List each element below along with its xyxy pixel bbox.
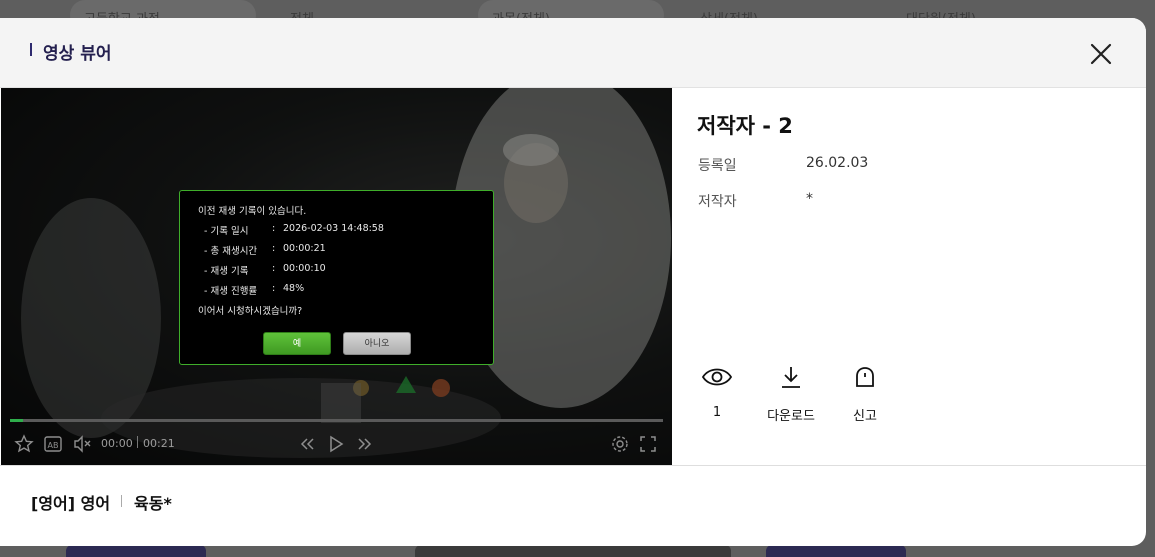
subject-category: 육동* (134, 494, 172, 513)
resume-row-value: 00:00:10 (283, 263, 326, 274)
meta-label-date: 등록일 (698, 158, 737, 174)
resume-row-colon: : (272, 283, 276, 294)
settings-icon[interactable] (610, 434, 630, 454)
view-count-button[interactable]: 1 (687, 365, 747, 420)
download-label: 다운로드 (767, 409, 815, 424)
bg-bottom-button[interactable] (766, 545, 906, 557)
progress-bar[interactable] (10, 419, 663, 422)
meta-value-author: * (806, 191, 813, 207)
progress-fill (10, 419, 24, 422)
bg-bottom-button[interactable] (415, 545, 731, 557)
resume-row-label: - 재생 진행률 (204, 286, 258, 297)
modal-header: 영상 뷰어 (0, 18, 1146, 88)
meta-label-author: 저작자 (698, 194, 737, 210)
svg-text:AB: AB (48, 441, 59, 450)
resume-row-colon: : (272, 243, 276, 254)
time-separator (137, 436, 138, 448)
view-count: 1 (712, 405, 722, 420)
star-icon[interactable] (14, 434, 34, 454)
fullscreen-icon[interactable] (638, 434, 658, 454)
subject-language: [영어] 영어 (31, 494, 111, 513)
resume-row-colon: : (272, 263, 276, 274)
download-button[interactable]: 다운로드 (761, 365, 821, 424)
report-button[interactable]: 신고 (835, 365, 895, 424)
download-icon (761, 365, 821, 393)
resume-row-value: 00:00:21 (283, 243, 326, 254)
resume-yes-button[interactable]: 예 (263, 332, 331, 355)
play-icon[interactable] (326, 434, 346, 454)
ab-repeat-icon[interactable]: AB (43, 434, 63, 454)
title-accent-bar (30, 43, 32, 56)
duration: 00:21 (143, 437, 175, 450)
report-label: 신고 (853, 409, 877, 424)
resume-row-colon: : (272, 223, 276, 234)
video-player[interactable]: 이전 재생 기록이 있습니다. - 기록 일시 : 2026-02-03 14:… (1, 88, 672, 466)
rewind-icon[interactable] (297, 434, 317, 454)
resume-no-button[interactable]: 아니오 (343, 332, 411, 355)
resume-row-value: 48% (283, 283, 305, 294)
footer-separator (121, 495, 122, 507)
fast-forward-icon[interactable] (355, 434, 375, 454)
content-title: 저작자 - 2 (697, 114, 793, 138)
report-bell-icon (835, 365, 895, 393)
eye-icon (687, 365, 747, 393)
video-viewer-modal: 영상 뷰어 이전 재생 기록이 있습니다. - 기록 일시 : 2026-02-… (0, 18, 1146, 546)
footer-divider (0, 465, 1146, 466)
resume-row-label: - 기록 일시 (204, 226, 249, 237)
resume-playback-dialog: 이전 재생 기록이 있습니다. - 기록 일시 : 2026-02-03 14:… (179, 190, 494, 365)
mute-icon[interactable] (72, 434, 92, 454)
meta-value-date: 26.02.03 (806, 155, 869, 171)
resume-question: 이어서 시청하시겠습니까? (198, 306, 303, 317)
resume-row-label: - 재생 기록 (204, 266, 249, 277)
resume-row-label: - 총 재생시간 (204, 246, 258, 257)
resume-heading: 이전 재생 기록이 있습니다. (198, 206, 307, 217)
background-filter-bar: 고등학교 과정⌄ 전체 과목(전체) 상세(전체) 대단원(전체) (0, 0, 1155, 30)
close-icon[interactable] (1088, 41, 1114, 67)
bg-bottom-button[interactable] (66, 545, 206, 557)
modal-title: 영상 뷰어 (43, 44, 112, 64)
current-time: 00:00 (101, 437, 133, 450)
resume-row-value: 2026-02-03 14:48:58 (283, 223, 384, 234)
